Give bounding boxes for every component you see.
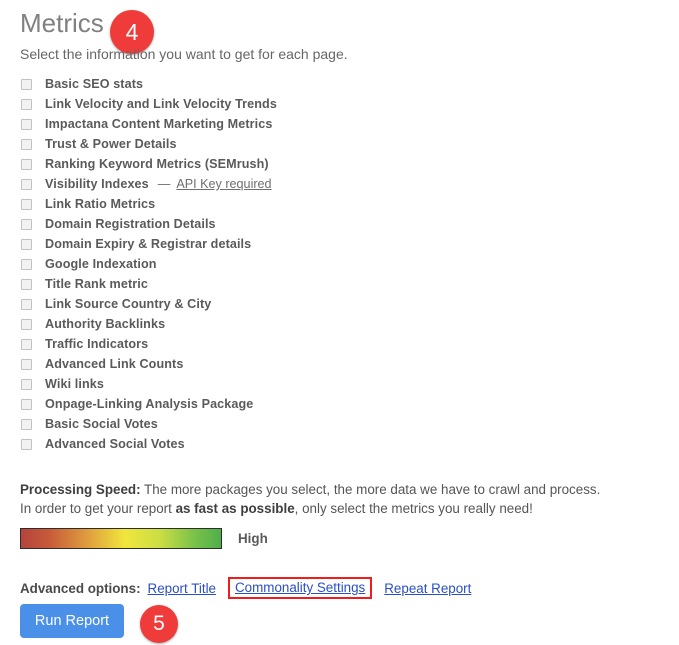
metric-checkbox[interactable]	[21, 438, 32, 450]
metric-checkbox[interactable]	[21, 398, 32, 410]
metric-row[interactable]: Trust & Power Details	[20, 134, 620, 154]
metric-row[interactable]: Authority Backlinks	[20, 314, 620, 334]
processing-speed-line2-start: In order to get your report	[20, 501, 176, 516]
metric-label: Wiki links	[45, 377, 104, 391]
metric-row[interactable]: Basic Social Votes	[20, 414, 620, 434]
metric-row[interactable]: Link Ratio Metrics	[20, 194, 620, 214]
processing-speed-line-1: Processing Speed: The more packages you …	[20, 480, 640, 499]
metric-row[interactable]: Link Velocity and Link Velocity Trends	[20, 94, 620, 114]
metric-row[interactable]: Ranking Keyword Metrics (SEMrush)	[20, 154, 620, 174]
page-subtitle: Select the information you want to get f…	[20, 46, 348, 62]
metric-checkbox[interactable]	[21, 158, 32, 170]
metric-checkbox[interactable]	[21, 318, 32, 330]
metric-checkbox[interactable]	[21, 178, 32, 190]
metric-label: Basic Social Votes	[45, 417, 158, 431]
step-badge-5: 5	[140, 605, 178, 643]
metric-checkbox[interactable]	[21, 78, 32, 90]
processing-speed-text: The more packages you select, the more d…	[140, 482, 601, 497]
metric-label: Advanced Link Counts	[45, 357, 184, 371]
metric-row[interactable]: Domain Expiry & Registrar details	[20, 234, 620, 254]
metric-checkbox[interactable]	[21, 378, 32, 390]
processing-speed-line2-end: , only select the metrics you really nee…	[294, 501, 533, 516]
metric-checkbox[interactable]	[21, 278, 32, 290]
metric-checkbox[interactable]	[21, 298, 32, 310]
metric-checkbox[interactable]	[21, 258, 32, 270]
metrics-page: Metrics 4 Select the information you wan…	[0, 0, 679, 645]
processing-speed-line-2: In order to get your report as fast as p…	[20, 499, 640, 518]
metric-row[interactable]: Basic SEO stats	[20, 74, 620, 94]
metric-checkbox[interactable]	[21, 338, 32, 350]
metric-row[interactable]: Visibility Indexes — API Key required	[20, 174, 620, 194]
metric-note-dash: —	[157, 177, 171, 191]
metric-row[interactable]: Google Indexation	[20, 254, 620, 274]
metric-checkbox[interactable]	[21, 218, 32, 230]
metric-row[interactable]: Title Rank metric	[20, 274, 620, 294]
advanced-option-link[interactable]: Commonality Settings	[228, 577, 373, 599]
metric-label: Advanced Social Votes	[45, 437, 185, 451]
metrics-checkbox-list: Basic SEO stats Link Velocity and Link Ve…	[20, 74, 620, 454]
metric-row[interactable]: Impactana Content Marketing Metrics	[20, 114, 620, 134]
metric-checkbox[interactable]	[21, 358, 32, 370]
metric-checkbox[interactable]	[21, 138, 32, 150]
metric-label: Domain Expiry & Registrar details	[45, 237, 252, 251]
metric-label: Traffic Indicators	[45, 337, 149, 351]
metric-checkbox[interactable]	[21, 98, 32, 110]
metric-label: Link Ratio Metrics	[45, 197, 156, 211]
metric-checkbox[interactable]	[21, 418, 32, 430]
metric-row[interactable]: Domain Registration Details	[20, 214, 620, 234]
metric-label: Authority Backlinks	[45, 317, 166, 331]
page-title: Metrics	[20, 8, 104, 38]
metric-label: Title Rank metric	[45, 277, 148, 291]
metric-row[interactable]: Advanced Link Counts	[20, 354, 620, 374]
advanced-option-link[interactable]: Report Title	[148, 581, 216, 596]
metric-checkbox[interactable]	[21, 198, 32, 210]
metric-row[interactable]: Advanced Social Votes	[20, 434, 620, 454]
metric-row[interactable]: Wiki links	[20, 374, 620, 394]
speed-indicator-row: High	[20, 528, 268, 549]
processing-speed-line2-emphasis: as fast as possible	[175, 501, 295, 516]
speed-level-label: High	[238, 531, 268, 546]
metric-label: Google Indexation	[45, 257, 157, 271]
metric-label: Link Velocity and Link Velocity Trends	[45, 97, 277, 111]
metric-row[interactable]: Traffic Indicators	[20, 334, 620, 354]
api-key-required-link[interactable]: API Key required	[176, 177, 271, 191]
processing-speed-label: Processing Speed:	[20, 482, 141, 497]
advanced-options-row: Advanced options: Report Title Commonalit…	[20, 577, 471, 599]
metric-label: Basic SEO stats	[45, 77, 144, 91]
page-header: Metrics 4	[20, 8, 640, 54]
metric-label: Trust & Power Details	[45, 137, 177, 151]
metric-label: Ranking Keyword Metrics (SEMrush)	[45, 157, 269, 171]
advanced-options-label: Advanced options:	[20, 580, 141, 596]
speed-gradient-bar	[20, 528, 222, 549]
metric-label: Impactana Content Marketing Metrics	[45, 117, 273, 131]
processing-speed-section: Processing Speed: The more packages you …	[20, 480, 640, 518]
metric-label: Domain Registration Details	[45, 217, 216, 231]
advanced-option-link[interactable]: Repeat Report	[384, 581, 471, 596]
metric-row[interactable]: Link Source Country & City	[20, 294, 620, 314]
run-report-button[interactable]: Run Report	[20, 604, 124, 638]
metric-label: Onpage-Linking Analysis Package	[45, 397, 254, 411]
metric-label: Link Source Country & City	[45, 297, 212, 311]
metric-checkbox[interactable]	[21, 238, 32, 250]
metric-label: Visibility Indexes	[45, 177, 149, 191]
metric-row[interactable]: Onpage-Linking Analysis Package	[20, 394, 620, 414]
metric-checkbox[interactable]	[21, 118, 32, 130]
run-report-area: Run Report 5	[20, 604, 220, 643]
